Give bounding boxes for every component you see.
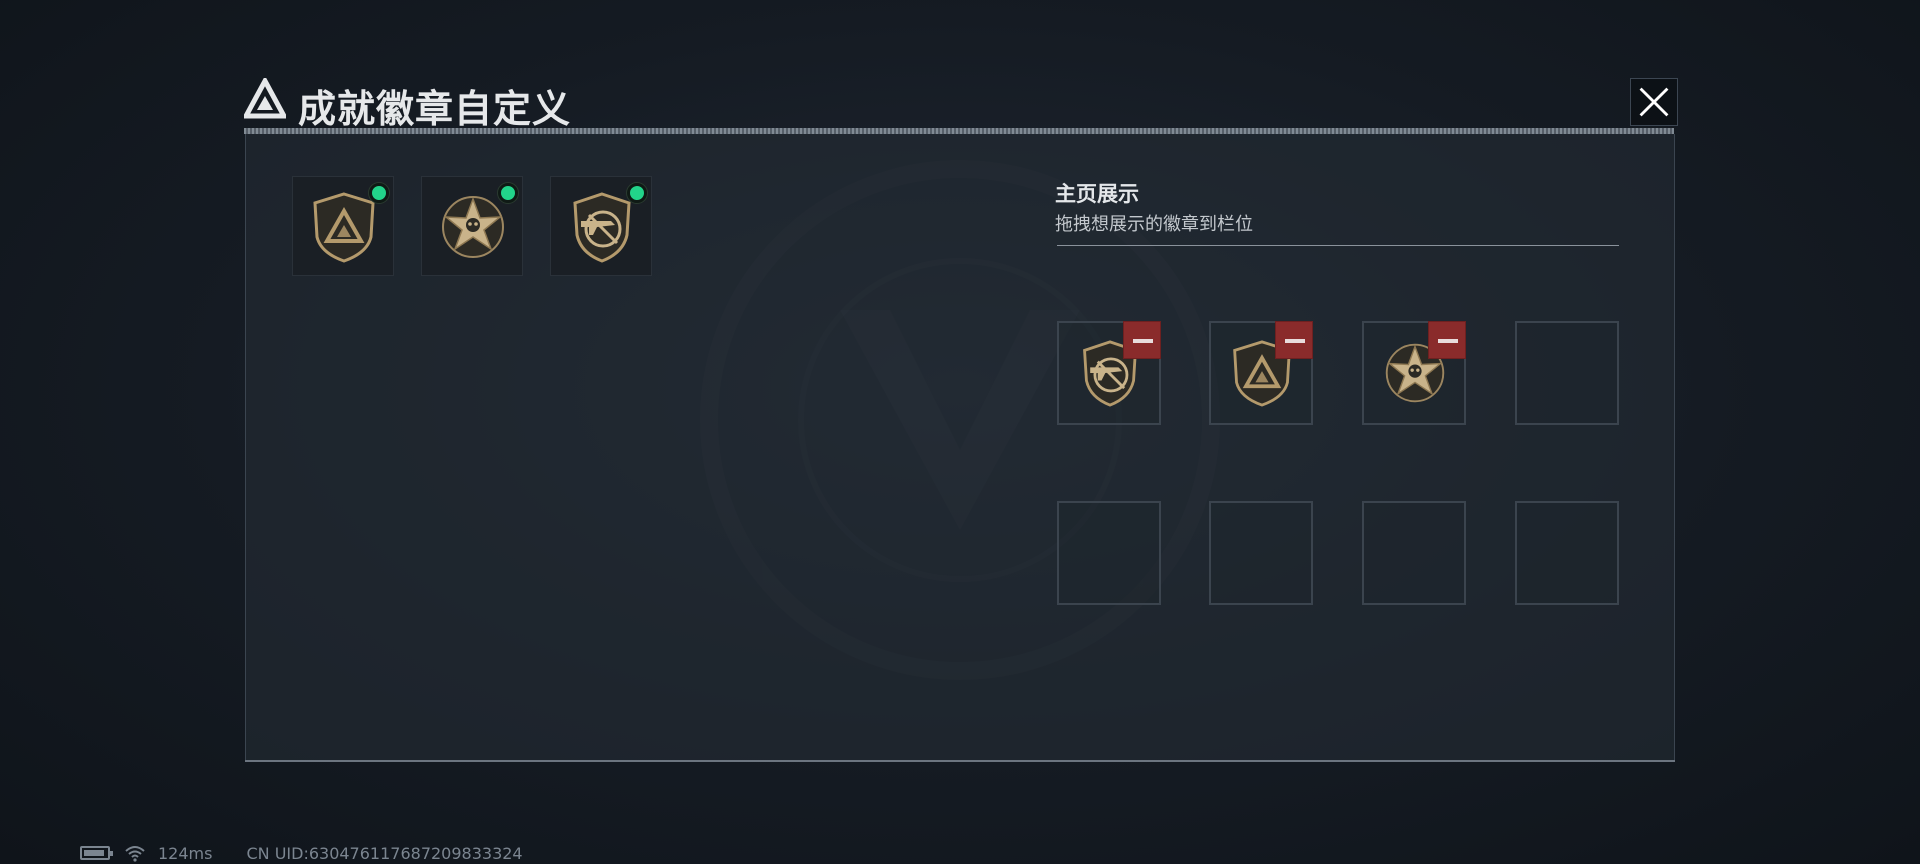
display-slot-7[interactable] (1362, 501, 1466, 605)
display-section-title: 主页展示 (1055, 182, 1139, 206)
display-slot-5[interactable] (1057, 501, 1161, 605)
triangle-logo-icon (244, 78, 286, 119)
dialog-header: 成就徽章自定义 (240, 72, 1678, 132)
display-slot-6[interactable] (1209, 501, 1313, 605)
rifle-shield-badge-icon (573, 192, 631, 263)
display-section-divider (1057, 245, 1619, 246)
remove-badge-button[interactable] (1123, 321, 1161, 359)
owned-badge-triangle[interactable] (292, 176, 394, 276)
battery-icon (80, 846, 113, 860)
owned-badge-rifle[interactable] (550, 176, 652, 276)
display-section-hint: 拖拽想展示的徽章到栏位 (1055, 214, 1253, 235)
status-bar: 124ms CN UID:630476117687209833324 (80, 843, 523, 863)
panel-bottom-divider (245, 760, 1675, 762)
equipped-indicator (498, 183, 518, 203)
triangle-shield-badge-icon (313, 192, 375, 263)
equipped-indicator (627, 183, 647, 203)
display-slot-grid (1057, 321, 1619, 605)
dialog-title: 成就徽章自定义 (298, 87, 572, 131)
display-slot-1[interactable] (1057, 321, 1161, 425)
owned-badge-list (292, 176, 652, 276)
close-icon (1639, 87, 1669, 117)
remove-badge-button[interactable] (1275, 321, 1313, 359)
owned-badge-star[interactable] (421, 176, 523, 276)
display-slot-2[interactable] (1209, 321, 1313, 425)
uid-text: CN UID:630476117687209833324 (246, 843, 523, 863)
ping-text: 124ms (158, 843, 213, 863)
display-slot-8[interactable] (1515, 501, 1619, 605)
star-skull-badge-icon (442, 196, 504, 258)
equipped-indicator (369, 183, 389, 203)
display-slot-3[interactable] (1362, 321, 1466, 425)
display-slot-4[interactable] (1515, 321, 1619, 425)
wifi-icon (125, 846, 145, 862)
close-button[interactable] (1630, 78, 1678, 126)
remove-badge-button[interactable] (1428, 321, 1466, 359)
